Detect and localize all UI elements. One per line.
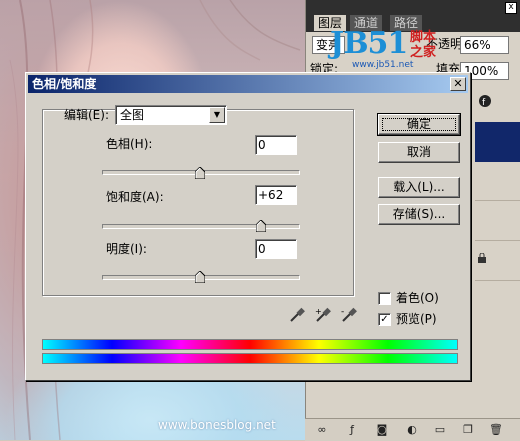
adjustment-layer-icon[interactable]: ◐	[405, 423, 419, 436]
layer-divider	[475, 240, 520, 241]
cancel-button[interactable]: 取消	[378, 142, 460, 163]
preview-checkbox[interactable]: ✓	[378, 313, 391, 326]
ok-button-label: 确定	[406, 117, 431, 131]
add-mask-icon[interactable]: ◙	[375, 423, 389, 436]
svg-text:-: -	[341, 307, 344, 317]
watermark-cn-bottom: 之家	[410, 45, 437, 60]
eyedropper-minus-icon[interactable]: -	[340, 306, 358, 324]
watermark-main-text: JB51	[330, 26, 408, 61]
site-watermark: www.bonesblog.net	[158, 418, 276, 432]
svg-text:+: +	[315, 307, 322, 316]
add-style-icon[interactable]: ƒ	[345, 423, 359, 436]
chevron-down-icon[interactable]: ▼	[209, 107, 225, 123]
watermark-url: www.jb51.net	[352, 60, 414, 70]
hue-slider-thumb[interactable]	[195, 167, 205, 179]
dialog-title: 色相/饱和度	[32, 77, 97, 91]
lock-icon	[478, 253, 486, 263]
close-button[interactable]: ✕	[450, 77, 466, 91]
new-group-icon[interactable]: ▭	[433, 423, 447, 436]
hue-saturation-dialog: 色相/饱和度 ✕ 编辑(E): 全图 ▼ 色相(H): 0 饱和度(A): +6…	[25, 72, 471, 381]
preview-label: 预览(P)	[396, 312, 437, 326]
layer-divider	[475, 200, 520, 201]
saturation-input[interactable]: +62	[255, 185, 297, 205]
layers-bottom-toolbar: ∞ ƒ ◙ ◐ ▭ ❐ 🗑	[305, 418, 520, 441]
edit-range-select[interactable]: 全图 ▼	[115, 105, 227, 125]
selected-layer-highlight[interactable]	[475, 122, 520, 162]
layer-divider	[475, 280, 520, 281]
ok-button[interactable]: 确定	[377, 113, 461, 136]
save-button[interactable]: 存储(S)...	[378, 204, 460, 225]
eyedropper-plus-icon[interactable]: +	[314, 306, 332, 324]
lightness-label: 明度(I):	[106, 242, 147, 256]
input-spectrum-bar	[42, 339, 458, 350]
palette-close-button[interactable]: x	[505, 2, 517, 14]
hue-label: 色相(H):	[106, 137, 153, 151]
new-layer-icon[interactable]: ❐	[461, 423, 475, 436]
trash-icon[interactable]: 🗑	[489, 423, 503, 436]
hue-input[interactable]: 0	[255, 135, 297, 155]
colorize-label: 着色(O)	[396, 291, 439, 305]
saturation-slider-track[interactable]	[102, 224, 300, 229]
jb51-watermark-logo: JB51 脚本 之家 www.jb51.net	[330, 26, 470, 72]
layer-style-icon[interactable]: f	[478, 94, 492, 108]
colorize-checkbox[interactable]	[378, 292, 391, 305]
output-spectrum-bar	[42, 353, 458, 364]
lightness-input[interactable]: 0	[255, 239, 297, 259]
lightness-slider-thumb[interactable]	[195, 271, 205, 283]
saturation-slider-thumb[interactable]	[255, 220, 266, 232]
edit-range-value: 全图	[120, 108, 145, 122]
saturation-label: 饱和度(A):	[106, 190, 164, 204]
adjustment-groupbox	[42, 109, 354, 296]
eyedropper-icon[interactable]	[288, 306, 306, 324]
link-icon[interactable]: ∞	[315, 423, 329, 436]
dialog-titlebar[interactable]: 色相/饱和度 ✕	[28, 75, 468, 93]
edit-label: 编辑(E):	[64, 108, 109, 122]
load-button[interactable]: 载入(L)...	[378, 177, 460, 198]
